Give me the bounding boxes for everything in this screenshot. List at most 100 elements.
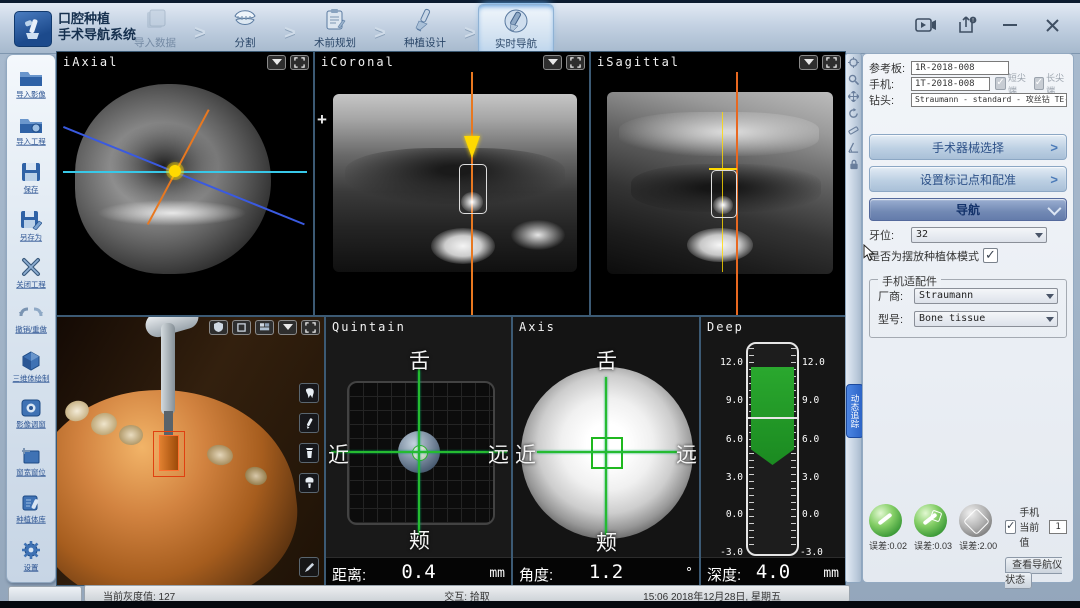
coronal-expand-icon[interactable] <box>566 55 585 70</box>
minimize-button[interactable] <box>998 15 1022 35</box>
jaw-3d-model <box>57 374 307 585</box>
app-logo <box>14 11 52 47</box>
axial-dropdown-icon[interactable] <box>267 55 286 70</box>
measure-tool-icon[interactable] <box>846 122 861 139</box>
placement-mode-checkbox[interactable]: ✓ <box>983 248 998 263</box>
threed-cube-icon[interactable] <box>232 320 251 335</box>
axis-view[interactable]: Axis 舌 近 远 颊 角度: 1.2 ° <box>513 317 699 585</box>
orientation-label-top: 舌 <box>596 345 617 375</box>
screen-record-button[interactable] <box>914 15 938 35</box>
probe-inactive-icon <box>959 504 992 537</box>
sidebar-item-close-project[interactable]: 关闭工程 <box>7 250 55 297</box>
threed-view[interactable] <box>57 317 324 585</box>
deep-tick-l2: 6.0 <box>709 434 743 445</box>
sidebar-item-implant-library[interactable]: 种植体库 <box>7 486 55 533</box>
coronal-view[interactable]: iCoronal + <box>315 52 589 315</box>
export-report-button[interactable]: ! <box>956 15 980 35</box>
axial-title: iAxial <box>63 55 118 69</box>
pan-tool-icon[interactable] <box>846 88 861 105</box>
handpiece-label: 手机: <box>869 76 911 92</box>
vendor-select[interactable]: Straumann <box>914 288 1058 304</box>
chevron-down-icon <box>1035 233 1043 238</box>
threed-shield-icon[interactable] <box>209 320 228 335</box>
coronal-plus-icon[interactable]: + <box>317 110 327 130</box>
threed-dropdown-icon[interactable] <box>278 320 297 335</box>
sidebar-item-settings[interactable]: 设置 <box>7 533 55 580</box>
sagittal-expand-icon[interactable] <box>822 55 841 70</box>
deep-tick-r0: 12.0 <box>802 357 825 368</box>
handpiece-error-label: 误差:0.03 <box>914 539 952 552</box>
tool-show-drill[interactable] <box>299 413 319 433</box>
workflow-steps: 导入数据 > 分割 > 术前规划 > <box>118 4 554 52</box>
tool-show-tooth-implant[interactable] <box>299 473 319 493</box>
sidebar-item-save-as[interactable]: 另存为 <box>7 203 55 250</box>
sidebar-item-undo-redo[interactable]: 撤销/重做 <box>7 297 55 344</box>
sidebar-item-image-window[interactable]: 影像调窗 <box>7 391 55 438</box>
angle-metric: 角度: 1.2 ° <box>513 557 699 585</box>
quintain-title: Quintain <box>332 320 406 334</box>
deep-view[interactable]: Deep 12.0 9.0 6.0 3.0 0.0 -3.0 12.0 9.0 … <box>701 317 845 585</box>
step-segmentation[interactable]: 分割 <box>208 4 282 50</box>
vendor-row: 厂商: Straumann <box>878 288 1058 303</box>
sagittal-title: iSagittal <box>597 55 680 69</box>
close-button[interactable] <box>1040 15 1064 35</box>
current-value-field[interactable]: 1 <box>1049 520 1067 534</box>
axial-target-point <box>169 165 181 177</box>
title-bar: 口腔种植 手术导航系统 导入数据 > 分割 > <box>0 0 1080 53</box>
coronal-dropdown-icon[interactable] <box>543 55 562 70</box>
instrument-select-button[interactable]: 手术器械选择 > <box>869 134 1067 160</box>
tooth-position-select[interactable]: 32 <box>911 227 1047 243</box>
sidebar-item-import-project[interactable]: 导入工程 <box>7 108 55 155</box>
rotate-tool-icon[interactable] <box>846 105 861 122</box>
tooth-implant-icon <box>304 477 315 489</box>
sidebar-item-save[interactable]: 保存 <box>7 155 55 202</box>
angle-value: 1.2 <box>513 561 699 583</box>
threed-layout-icon[interactable] <box>255 320 274 335</box>
distance-unit: mm <box>489 566 505 581</box>
step-implant-design[interactable]: 种植设计 <box>388 4 462 50</box>
tool-annotate-pen[interactable] <box>299 557 319 577</box>
tool-show-tooth[interactable] <box>299 383 319 403</box>
step-import-data[interactable]: 导入数据 <box>118 4 192 50</box>
step-chevron-icon: > <box>282 22 298 45</box>
sagittal-view[interactable]: iSagittal <box>591 52 845 315</box>
current-value-checkbox[interactable]: ✓ <box>1005 520 1016 534</box>
sidebar-item-import-image[interactable]: 导入影像 <box>7 61 55 108</box>
tool-show-implant[interactable] <box>299 443 319 463</box>
navigator-status-button[interactable]: 查看导航仪状态 <box>1005 557 1062 589</box>
lock-tool-icon[interactable] <box>846 156 861 173</box>
mouse-cursor <box>863 244 875 262</box>
dynamic-tracking-label: 动态追踪 <box>849 394 861 428</box>
minimize-icon <box>1003 24 1017 27</box>
segmentation-teeth-icon <box>232 7 258 33</box>
sidebar-item-volume-render[interactable]: 三维体绘制 <box>7 344 55 391</box>
drill-field[interactable]: Straumann - standard - 攻丝钻 TE-BL - Φ3. <box>911 93 1067 107</box>
export-icon: ! <box>958 16 978 34</box>
handpiece-field[interactable]: 1T-2018-008 <box>911 77 990 91</box>
import-data-icon <box>142 7 168 33</box>
zoom-tool-icon[interactable] <box>846 71 861 88</box>
marker-registration-button[interactable]: 设置标记点和配准 > <box>869 166 1067 192</box>
close-icon <box>1045 18 1060 33</box>
deep-tick-r4: 0.0 <box>802 509 819 520</box>
step-chevron-icon: > <box>192 22 208 45</box>
crosshair-tool-icon[interactable] <box>846 54 861 71</box>
orientation-label-right: 远 <box>676 439 697 469</box>
step-preop-planning[interactable]: 术前规划 <box>298 4 372 50</box>
reference-plate-field[interactable]: 1R-2018-008 <box>911 61 1009 75</box>
step-realtime-navigation[interactable]: 实时导航 <box>478 4 554 54</box>
angle-tool-icon[interactable] <box>846 139 861 156</box>
axial-expand-icon[interactable] <box>290 55 309 70</box>
check-icon: ✓ <box>1034 77 1044 90</box>
sidebar-item-window-level[interactable]: 窗宽窗位 <box>7 439 55 486</box>
orientation-label-bottom: 颊 <box>596 527 617 557</box>
sagittal-dropdown-icon[interactable] <box>799 55 818 70</box>
threed-expand-icon[interactable] <box>301 320 320 335</box>
window-controls: ! <box>914 15 1064 35</box>
close-project-icon <box>21 257 41 277</box>
axial-view[interactable]: iAxial <box>57 52 313 315</box>
model-select[interactable]: Bone tissue <box>914 311 1058 327</box>
quintain-view[interactable]: Quintain 舌 近 远 颊 距离: 0.4 mm <box>326 317 511 585</box>
navigation-section-button[interactable]: 导航 <box>869 198 1067 221</box>
probe-status: 误差:2.00 <box>959 504 997 552</box>
